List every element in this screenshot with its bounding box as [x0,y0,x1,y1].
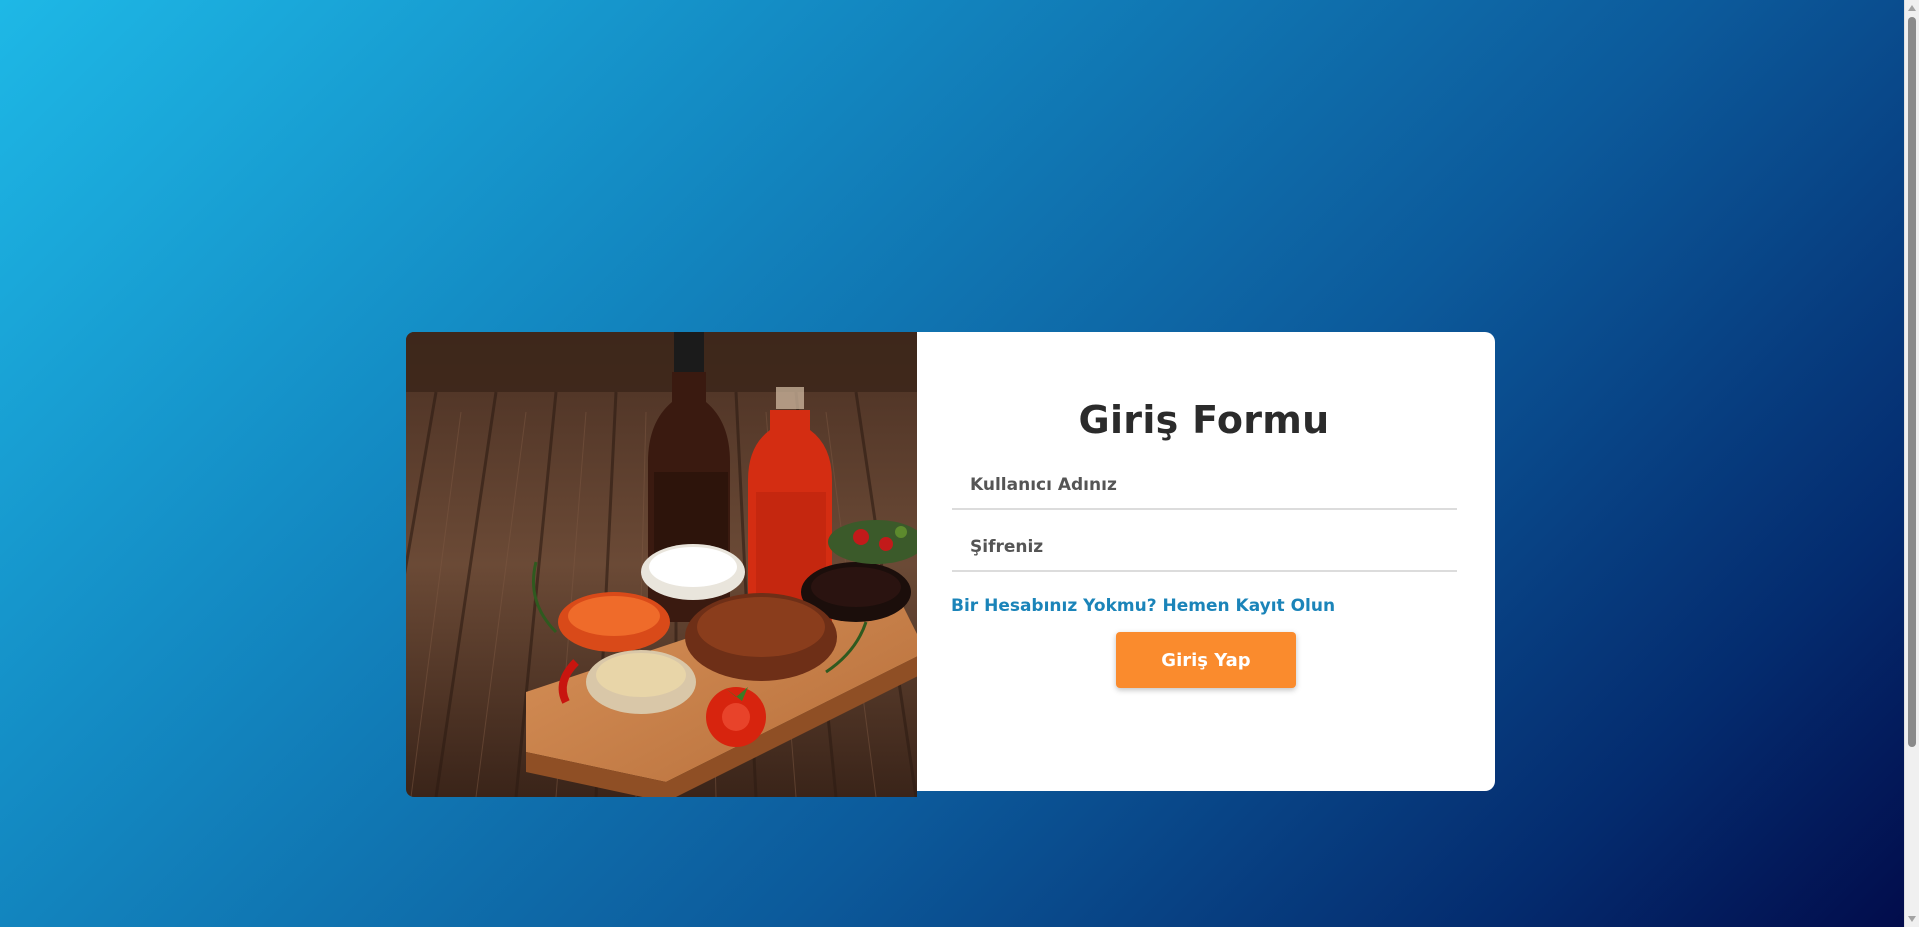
password-field-wrapper [952,524,1457,572]
login-button[interactable]: Giriş Yap [1116,632,1296,688]
register-link[interactable]: Bir Hesabınız Yokmu? Hemen Kayıt Olun [951,596,1335,616]
username-input[interactable] [952,462,1457,508]
password-input[interactable] [952,524,1457,570]
login-form: Giriş Formu Bir Hesabınız Yokmu? Hemen K… [951,332,1457,791]
scroll-down-icon[interactable] [1908,916,1916,922]
vertical-scrollbar[interactable] [1904,0,1919,927]
sauces-photo [406,332,917,797]
scroll-up-icon[interactable] [1908,5,1916,11]
scrollbar-thumb[interactable] [1908,17,1916,747]
form-title: Giriş Formu [1078,398,1330,442]
username-field-wrapper [952,462,1457,510]
